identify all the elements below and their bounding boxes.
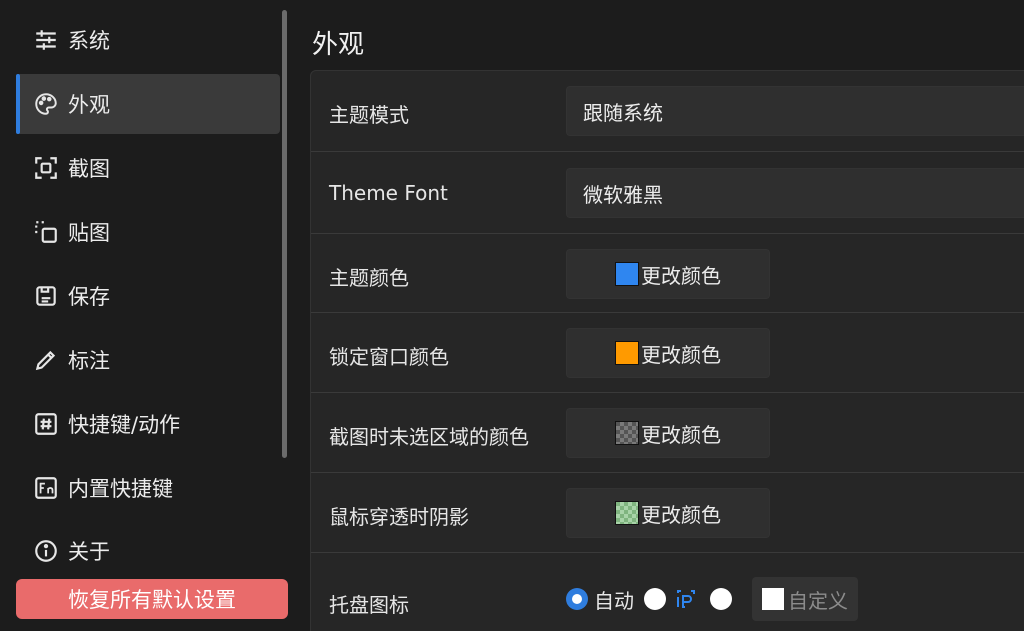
change-color-label: 更改颜色 [641, 342, 721, 367]
row-theme-mode: 主题模式 跟随系统 [311, 71, 1024, 152]
sidebar-item-label: 系统 [68, 29, 110, 53]
unselected-area-color-label: 截图时未选区域的颜色 [329, 425, 529, 449]
tray-custom-button[interactable]: 自定义 [752, 577, 858, 621]
tray-icon-label: 托盘图标 [329, 593, 409, 617]
change-color-label: 更改颜色 [641, 263, 721, 288]
color-swatch [615, 262, 639, 286]
color-swatch [615, 501, 639, 525]
lock-window-color-label: 锁定窗口颜色 [329, 345, 449, 369]
lock-window-color-button[interactable]: 更改颜色 [566, 328, 770, 378]
settings-panel: 主题模式 跟随系统 Theme Font 微软雅黑 主题颜色 更改颜色 锁定窗口… [310, 70, 1024, 631]
unselected-area-color-button[interactable]: 更改颜色 [566, 408, 770, 458]
sidebar-item-label: 快捷键/动作 [68, 413, 181, 437]
theme-color-label: 主题颜色 [329, 266, 409, 290]
sidebar-item-label: 内置快捷键 [68, 477, 173, 501]
pin-image-icon [32, 218, 60, 246]
sidebar-item-builtin-shortcuts[interactable]: 内置快捷键 [16, 458, 280, 518]
color-swatch [615, 341, 639, 365]
tray-icon-options: 自动 自定义 [566, 577, 858, 621]
change-color-label: 更改颜色 [641, 502, 721, 527]
row-lock-window-color: 锁定窗口颜色 更改颜色 [311, 313, 1024, 393]
tray-auto-label: 自动 [594, 588, 634, 613]
mouse-passthrough-shadow-button[interactable]: 更改颜色 [566, 488, 770, 538]
save-icon [32, 282, 60, 310]
sidebar-item-shortcuts[interactable]: 快捷键/动作 [16, 394, 280, 454]
sidebar-item-annotate[interactable]: 标注 [16, 330, 280, 390]
row-theme-color: 主题颜色 更改颜色 [311, 234, 1024, 313]
tray-app-icon-radio[interactable] [644, 588, 666, 610]
sidebar-item-screenshot[interactable]: 截图 [16, 138, 280, 198]
page-title: 外观 [312, 30, 365, 60]
sidebar-item-pin[interactable]: 贴图 [16, 202, 280, 262]
sidebar-item-label: 标注 [68, 349, 110, 373]
row-unselected-area-color: 截图时未选区域的颜色 更改颜色 [311, 393, 1024, 473]
sliders-icon [32, 26, 60, 54]
pencil-icon [32, 346, 60, 374]
app-logo-icon [672, 585, 700, 613]
reset-all-defaults-button[interactable]: 恢复所有默认设置 [16, 579, 288, 619]
theme-color-button[interactable]: 更改颜色 [566, 249, 770, 299]
info-icon [32, 537, 60, 565]
row-mouse-passthrough-shadow: 鼠标穿透时阴影 更改颜色 [311, 473, 1024, 553]
tray-auto-radio[interactable] [566, 588, 588, 610]
sidebar-item-save[interactable]: 保存 [16, 266, 280, 326]
fn-key-icon [32, 474, 60, 502]
tray-custom-label: 自定义 [788, 588, 848, 613]
row-theme-font: Theme Font 微软雅黑 [311, 152, 1024, 234]
custom-icon-preview [762, 588, 784, 610]
tray-custom-radio[interactable] [710, 588, 732, 610]
sidebar: 系统 外观 截图 贴图 保存 标注 快捷键/动作 内置快捷键 关于 恢复所有默认… [0, 0, 296, 631]
sidebar-item-about[interactable]: 关于 [16, 521, 280, 581]
palette-icon [32, 90, 60, 118]
screenshot-icon [32, 154, 60, 182]
sidebar-item-system[interactable]: 系统 [16, 10, 280, 70]
color-swatch [615, 421, 639, 445]
mouse-passthrough-shadow-label: 鼠标穿透时阴影 [329, 505, 469, 529]
sidebar-item-label: 保存 [68, 285, 110, 309]
change-color-label: 更改颜色 [641, 422, 721, 447]
sidebar-item-label: 截图 [68, 157, 110, 181]
sidebar-scrollbar[interactable] [282, 10, 287, 458]
main-content: 外观 主题模式 跟随系统 Theme Font 微软雅黑 主题颜色 更改颜色 锁… [296, 0, 1024, 631]
sidebar-item-label: 外观 [68, 93, 110, 117]
theme-font-select[interactable]: 微软雅黑 [566, 168, 1024, 218]
theme-mode-label: 主题模式 [329, 103, 409, 127]
theme-mode-select[interactable]: 跟随系统 [566, 86, 1024, 136]
sidebar-item-appearance[interactable]: 外观 [16, 74, 280, 134]
theme-font-label: Theme Font [329, 181, 448, 205]
sidebar-item-label: 贴图 [68, 221, 110, 245]
sidebar-item-label: 关于 [68, 540, 110, 564]
hash-icon [32, 410, 60, 438]
